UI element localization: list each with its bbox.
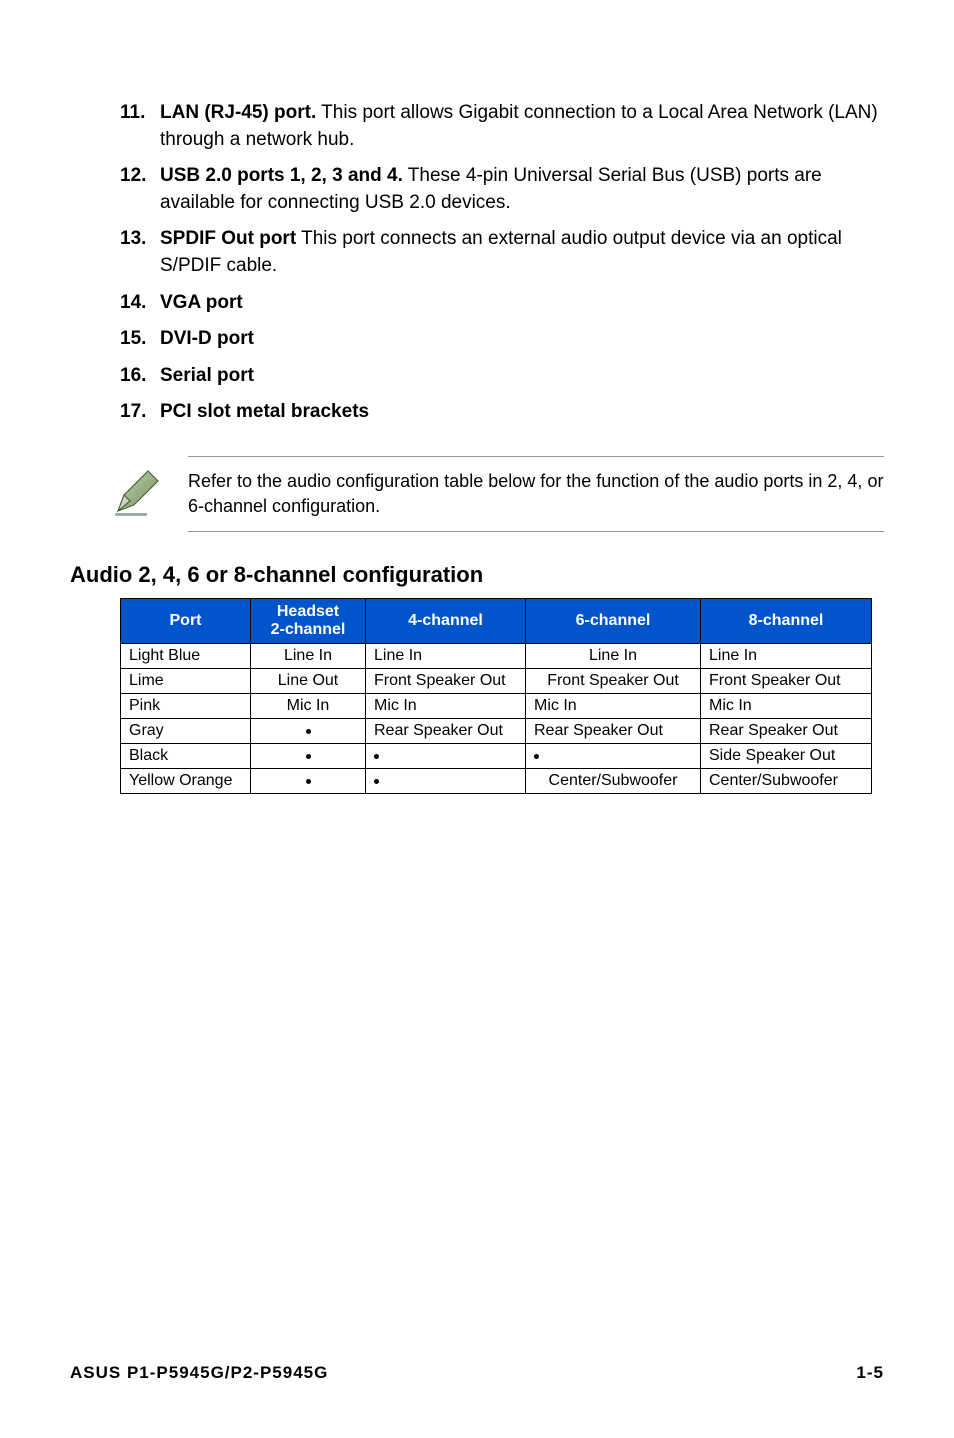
cell-4ch: Front Speaker Out [366,669,526,694]
item-number: 13. [120,226,160,279]
list-item: 13. SPDIF Out port This port connects an… [120,226,884,279]
item-body: DVI-D port [160,326,884,353]
col-8ch: 8-channel [701,599,872,644]
cell-6ch: Center/Subwoofer [526,769,701,794]
table-row: Yellow Orange Center/Subwoofer Center/Su… [121,769,872,794]
bullet-icon [306,754,311,759]
col-port: Port [121,599,251,644]
cell-4ch [366,769,526,794]
list-item: 11. LAN (RJ-45) port. This port allows G… [120,100,884,153]
audio-config-table: Port Headset 2-channel 4-channel 6-chann… [120,598,872,794]
cell-8ch: Rear Speaker Out [701,719,872,744]
cell-6ch [526,744,701,769]
item-body: USB 2.0 ports 1, 2, 3 and 4. These 4-pin… [160,163,884,216]
item-title: Serial port [160,365,254,386]
list-item: 12. USB 2.0 ports 1, 2, 3 and 4. These 4… [120,163,884,216]
cell-2ch [251,719,366,744]
cell-6ch: Rear Speaker Out [526,719,701,744]
item-number: 14. [120,290,160,317]
cell-port: Light Blue [121,644,251,669]
item-body: VGA port [160,290,884,317]
item-title: PCI slot metal brackets [160,401,369,422]
cell-port: Lime [121,669,251,694]
item-title: LAN (RJ-45) port. [160,102,316,123]
item-body: LAN (RJ-45) port. This port allows Gigab… [160,100,884,153]
table-row: Gray Rear Speaker Out Rear Speaker Out R… [121,719,872,744]
pencil-note-icon [110,469,160,519]
list-item: 14. VGA port [120,290,884,317]
bullet-icon [534,754,539,759]
section-title: Audio 2, 4, 6 or 8-channel configuration [70,562,884,588]
item-number: 12. [120,163,160,216]
col-2ch-line1: Headset [277,603,339,620]
bullet-icon [374,779,379,784]
table-row: Lime Line Out Front Speaker Out Front Sp… [121,669,872,694]
cell-2ch: Line Out [251,669,366,694]
bullet-icon [306,729,311,734]
list-item: 17. PCI slot metal brackets [120,399,884,426]
note-text: Refer to the audio configuration table b… [188,456,884,532]
table-header-row: Port Headset 2-channel 4-channel 6-chann… [121,599,872,644]
table-row: Light Blue Line In Line In Line In Line … [121,644,872,669]
cell-port: Yellow Orange [121,769,251,794]
cell-8ch: Mic In [701,694,872,719]
list-item: 15. DVI-D port [120,326,884,353]
cell-2ch: Mic In [251,694,366,719]
table-row: Black Side Speaker Out [121,744,872,769]
cell-2ch [251,769,366,794]
item-title: DVI-D port [160,328,254,349]
col-2ch-line2: 2-channel [259,621,357,639]
cell-port: Black [121,744,251,769]
cell-4ch: Rear Speaker Out [366,719,526,744]
cell-4ch [366,744,526,769]
cell-6ch: Front Speaker Out [526,669,701,694]
item-number: 11. [120,100,160,153]
item-title: USB 2.0 ports 1, 2, 3 and 4. [160,165,403,186]
col-2ch: Headset 2-channel [251,599,366,644]
cell-6ch: Mic In [526,694,701,719]
item-body: SPDIF Out port This port connects an ext… [160,226,884,279]
item-title: SPDIF Out port [160,228,296,249]
cell-port: Pink [121,694,251,719]
item-number: 16. [120,363,160,390]
table-body: Light Blue Line In Line In Line In Line … [121,644,872,794]
cell-4ch: Mic In [366,694,526,719]
item-number: 15. [120,326,160,353]
item-body: Serial port [160,363,884,390]
cell-8ch: Front Speaker Out [701,669,872,694]
footer-left: ASUS P1-P5945G/P2-P5945G [70,1363,328,1383]
cell-6ch: Line In [526,644,701,669]
bullet-icon [306,779,311,784]
page-footer: ASUS P1-P5945G/P2-P5945G 1-5 [70,1363,884,1383]
col-4ch: 4-channel [366,599,526,644]
cell-8ch: Side Speaker Out [701,744,872,769]
cell-4ch: Line In [366,644,526,669]
col-6ch: 6-channel [526,599,701,644]
table-row: Pink Mic In Mic In Mic In Mic In [121,694,872,719]
bullet-icon [374,754,379,759]
cell-8ch: Center/Subwoofer [701,769,872,794]
item-title: VGA port [160,292,243,313]
cell-port: Gray [121,719,251,744]
item-body: PCI slot metal brackets [160,399,884,426]
cell-2ch: Line In [251,644,366,669]
cell-8ch: Line In [701,644,872,669]
footer-right: 1-5 [856,1363,884,1383]
numbered-list: 11. LAN (RJ-45) port. This port allows G… [120,100,884,426]
list-item: 16. Serial port [120,363,884,390]
item-number: 17. [120,399,160,426]
cell-2ch [251,744,366,769]
note-block: Refer to the audio configuration table b… [110,456,884,532]
